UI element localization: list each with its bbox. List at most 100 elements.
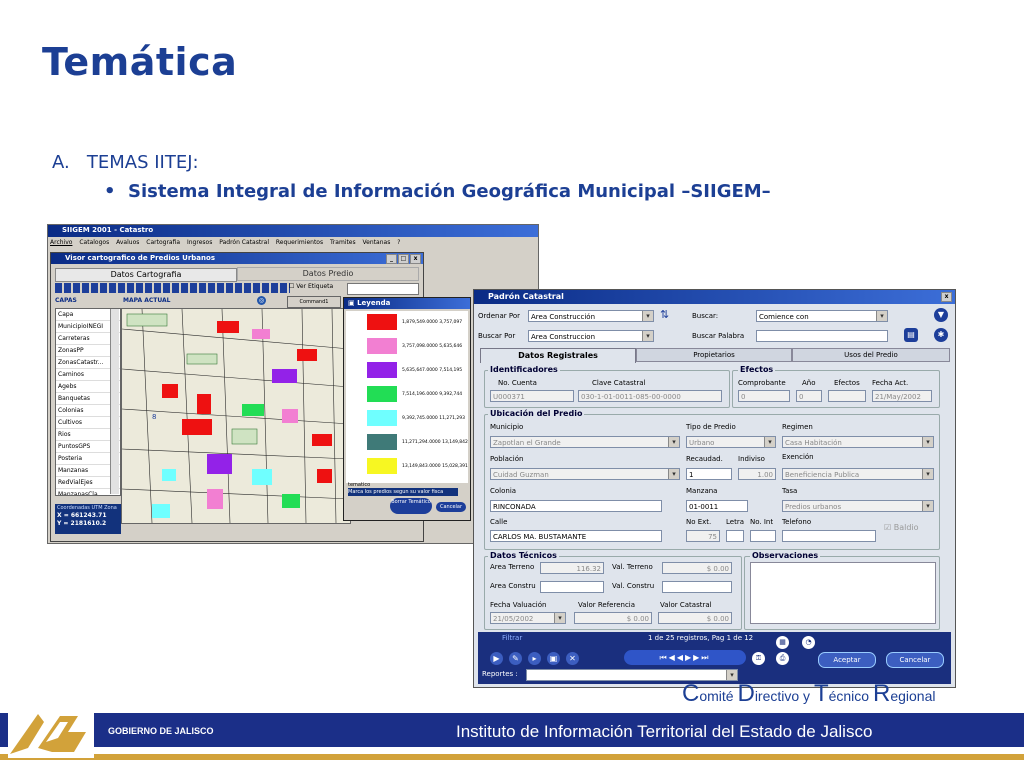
printer-icon[interactable]: ⎙ [776,652,789,665]
tools-icon[interactable]: ✱ [934,328,948,342]
menu-catalogos[interactable]: Catalogos [79,239,109,246]
legend-row: 1,879,549.0000 3,757,097 [346,311,468,335]
menu-help[interactable]: ? [397,239,400,246]
valor-constru-field[interactable] [662,581,732,593]
menu-tramites[interactable]: Tramites [330,239,356,246]
save-record-icon[interactable]: ▸ [528,652,541,665]
fecha-val-field[interactable]: 21/05/2002 [490,612,566,624]
command1-button[interactable]: Command1 [287,296,341,308]
anio-field[interactable]: 0 [796,390,822,402]
menu-avaluos[interactable]: Avaluos [116,239,139,246]
regimen-select[interactable]: Casa Habitación [782,436,934,448]
print-record-icon[interactable]: ▣ [547,652,560,665]
tab-usos-predio[interactable]: Usos del Predio [792,348,950,362]
comprobante-field[interactable]: 0 [738,390,790,402]
sort-arrows-icon[interactable]: ⇅ [660,308,669,321]
aceptar-button[interactable]: Aceptar [818,652,876,668]
filter-icon[interactable]: ▼ [934,308,948,322]
instituto-label: Instituto de Información Territorial del… [456,722,873,741]
valor-ref-field[interactable]: $ 0.00 [574,612,652,624]
letra-field[interactable] [726,530,744,542]
tasa-select[interactable]: Predios urbanos [782,500,934,512]
siigem-titlebar: SIIGEM 2001 - Catastro [48,225,538,237]
manzana-field[interactable]: 01-0011 [686,500,748,512]
stats-icon[interactable]: ▦ [776,636,789,649]
ordenar-select[interactable]: Area Construcción [528,310,654,322]
menu-padron[interactable]: Padrón Catastral [219,239,269,246]
mapa-actual-label: MAPA ACTUAL [123,297,171,304]
tab-datos-predio[interactable]: Datos Predio [237,267,419,281]
legend-range: 3,757,098.0000 5,635,646 [402,344,463,349]
comite-irectivo: irectivo y [754,688,814,704]
tab-datos-registrales[interactable]: Datos Registrales [480,348,636,363]
ver-etiqueta-checkbox[interactable]: ☐ Ver Etiqueta [289,283,333,290]
menu-cartografia[interactable]: Cartografia [146,239,180,246]
edit-record-icon[interactable]: ✎ [509,652,522,665]
report-icon[interactable]: ▤ [904,328,918,342]
tematico-field[interactable]: Marca los predios segun su valor fisca [348,488,458,496]
globe-icon[interactable]: ◎ [257,296,266,305]
poblacion-select[interactable]: Cuidad Guzman [490,468,680,480]
tab-datos-cartografia[interactable]: Datos Cartografia [55,268,237,282]
clave-catastral-field[interactable]: 030-1-01-0011-085-00-0000 [578,390,722,402]
menu-ventanas[interactable]: Ventanas [363,239,391,246]
list-heading: A. TEMAS IITEJ: [52,152,199,173]
baldio-checkbox[interactable]: ☑ Baldio [884,523,919,532]
close-button[interactable]: x [410,254,421,264]
telefono-field[interactable] [782,530,876,542]
menu-archivo[interactable]: Archivo [50,239,72,246]
tecnicos-title: Datos Técnicos [488,551,559,560]
cancelar-legend-button[interactable]: Cancelar [436,502,466,512]
calle-field[interactable]: CARLOS MA. BUSTAMANTE [490,530,662,542]
cancelar-button[interactable]: Cancelar [886,652,944,668]
new-record-icon[interactable]: ▶ [490,652,503,665]
layers-scrollbar[interactable] [110,309,119,494]
valor-terreno-field[interactable]: $ 0.00 [662,562,732,574]
maximize-button[interactable]: □ [398,254,409,264]
etiqueta-select[interactable] [347,283,419,295]
legend-range: 7,514,196.0000 9,392,744 [402,392,463,397]
menu-requerimientos[interactable]: Requerimientos [276,239,323,246]
exencion-select[interactable]: Beneficiencia Publica [782,468,934,480]
map-canvas[interactable]: 8 [121,308,351,524]
noext-field[interactable]: 75 [686,530,720,542]
legend-title: Leyenda [357,299,391,307]
area-constru-field[interactable] [540,581,604,593]
recaudad-field[interactable]: 1 [686,468,732,480]
indiviso-field[interactable]: 1.00 [738,468,776,480]
padron-close-button[interactable]: x [941,292,952,302]
navigation-strip: Filtrar 1 de 25 registros, Pag 1 de 12 ▦… [478,632,951,684]
noint-field[interactable] [750,530,776,542]
delete-record-icon[interactable]: ✕ [566,652,579,665]
area-constru-label: Area Constru [490,582,536,590]
legend-row: 5,635,647.0000 7,514,195 [346,359,468,383]
area-terreno-field[interactable]: 116.32 [540,562,604,574]
comite-c: C [682,680,700,707]
buscar-palabra-input[interactable] [756,330,888,342]
noint-label: No. Int [750,518,774,526]
filtrar-label[interactable]: Filtrar [502,634,522,642]
bullet-text: Sistema Integral de Información Geográfi… [128,181,771,202]
bullet-dot: • [104,181,116,202]
tipo-predio-select[interactable]: Urbano [686,436,776,448]
buscar-por-select[interactable]: Area Construccion [528,330,654,342]
tab-propietarios[interactable]: Propietarios [636,348,792,362]
minimize-button[interactable]: _ [386,254,397,264]
colonia-field[interactable]: RINCONADA [490,500,662,512]
legend-swatch [367,410,397,426]
chart-icon[interactable]: ◔ [802,636,815,649]
menu-ingresos[interactable]: Ingresos [187,239,212,246]
record-navigator[interactable]: ⏮◀◀▶▶⏭ [624,650,746,665]
borrar-tematico-button[interactable]: Borrar Temático [390,498,432,514]
no-cuenta-field[interactable]: U000371 [490,390,574,402]
colonia-label: Colonia [490,487,517,495]
efectos-field[interactable] [828,390,866,402]
fecha-act-field[interactable]: 21/May/2002 [872,390,932,402]
observaciones-textarea[interactable] [750,562,936,624]
valor-cat-field[interactable]: $ 0.00 [658,612,732,624]
lock-icon[interactable]: ⚿ [752,652,765,665]
municipio-select[interactable]: Zapotlan el Grande [490,436,680,448]
buscar-select[interactable]: Comience con [756,310,888,322]
svg-text:8: 8 [152,413,156,421]
padron-titlebar: Padrón Catastral x [474,290,955,304]
